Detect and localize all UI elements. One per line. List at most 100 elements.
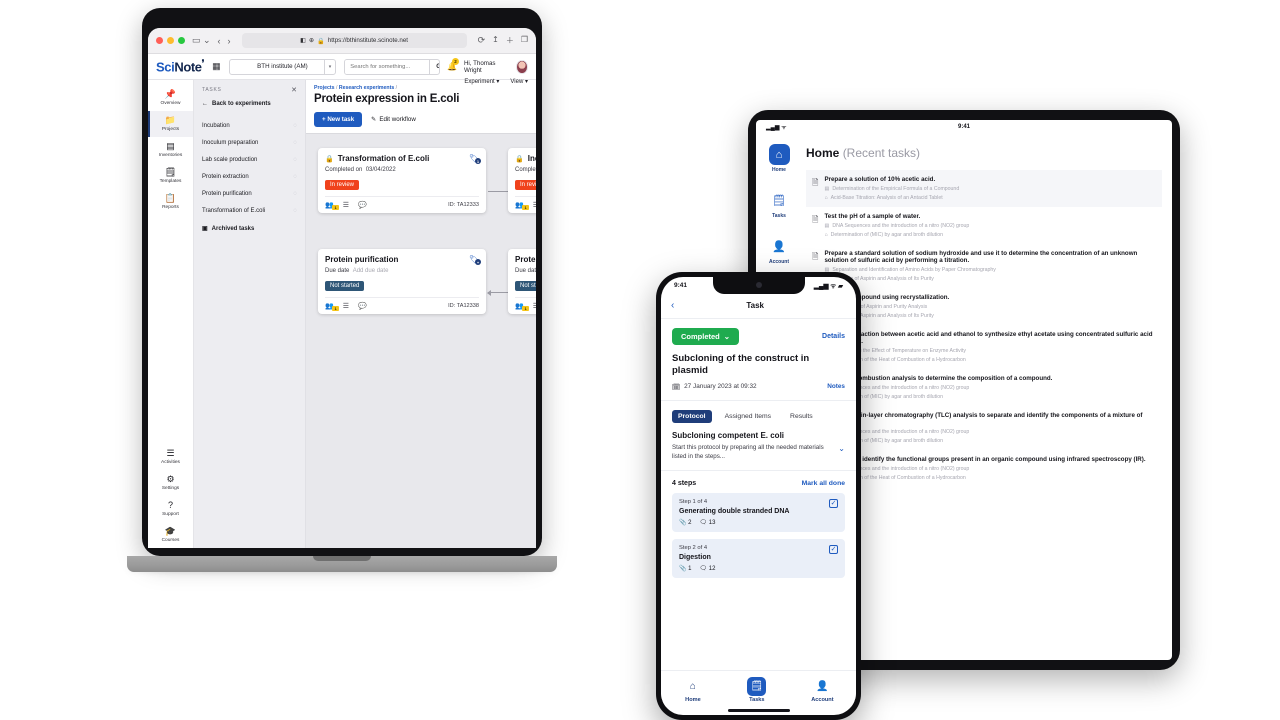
tablet-nav-home[interactable]: ⌂ Home [768, 144, 790, 173]
users-icon[interactable]: 👥 1 [515, 302, 529, 311]
card-meta: Completed on 03/04/2022 [325, 167, 479, 173]
notifications-bell[interactable]: 🔔 2 [447, 58, 459, 71]
back-arrow-icon[interactable]: ‹ [218, 36, 221, 46]
archived-tasks-button[interactable]: ▣ Archived tasks [194, 219, 305, 238]
sidebar-item-support[interactable]: ? Support [148, 496, 193, 522]
chevron-down-icon[interactable]: ▾ [323, 59, 331, 74]
edit-workflow-button[interactable]: ✎ Edit workflow [371, 116, 416, 123]
breadcrumb-research-experiments[interactable]: Research experiments [339, 85, 394, 91]
task-due-date: 🗓 27 January 2023 at 09:32 [672, 383, 757, 391]
steps-icon[interactable]: ☰ [533, 201, 536, 209]
sidebar-item-settings[interactable]: ⚙ Settings [148, 470, 193, 496]
phone-nav-account[interactable]: 👤 Account [811, 677, 833, 703]
card-meta-value[interactable]: Add due date [353, 268, 389, 274]
forward-arrow-icon[interactable]: › [228, 36, 231, 46]
phone-steps-header: 4 steps Mark all done [661, 469, 856, 493]
sidebar-item-templates[interactable]: 🗒 Templates [148, 163, 193, 189]
sidebar-item-overview[interactable]: 📌 Overview [148, 85, 193, 111]
notes-link[interactable]: Notes [827, 383, 845, 390]
workflow-card[interactable]: Protein extraction 🏷+ Due date Add due d… [508, 249, 536, 314]
task-list-item[interactable]: Incubation ◌ [194, 117, 305, 134]
step-card[interactable]: ✓ Step 1 of 4 Generating double stranded… [672, 492, 845, 532]
chevron-down-icon[interactable]: ⌄ [838, 444, 845, 453]
step-card[interactable]: ✓ Step 2 of 4 Digestion 📎 1 🗨 12 [672, 538, 845, 578]
tabs-overview-icon[interactable]: ❐ [521, 35, 528, 46]
breadcrumb-projects[interactable]: Projects [314, 85, 334, 91]
grid-menu-icon[interactable]: ▦ [212, 61, 221, 72]
workflow-card[interactable]: Protein purification 🏷 + Due date Add due… [318, 249, 486, 314]
steps-icon[interactable]: ☰ [343, 302, 349, 310]
maximize-window-button[interactable] [178, 37, 185, 44]
pin-icon[interactable]: ◌ [293, 208, 297, 214]
task-list-item[interactable]: Transformation of E.coli ◌ [194, 202, 305, 219]
task-list-item[interactable]: Protein extraction ◌ [194, 168, 305, 185]
sidebar-item-reports[interactable]: 📋 Reports [148, 189, 193, 215]
step-checkbox[interactable]: ✓ [829, 498, 838, 508]
avatar[interactable] [515, 59, 528, 74]
tab-results[interactable]: Results [784, 410, 819, 423]
sidebar-item-projects[interactable]: 📁 Projects [148, 111, 193, 137]
comment-icon[interactable]: 💬 [358, 302, 367, 310]
task-sub-text: Separation and Identification of Amino A… [832, 267, 996, 273]
users-icon[interactable]: 👥 1 [325, 302, 339, 311]
tablet-nav-account[interactable]: 👤 Account [769, 236, 790, 265]
details-link[interactable]: Details [822, 333, 845, 340]
sidebar-toggle-icon[interactable]: ▭ ⌄ [192, 35, 211, 46]
back-to-experiments-button[interactable]: ← Back to experiments [194, 101, 305, 117]
users-icon[interactable]: 👥 1 [515, 201, 529, 210]
steps-icon[interactable]: ☰ [533, 302, 536, 310]
tab-protocol[interactable]: Protocol [672, 409, 712, 423]
minimize-window-button[interactable] [167, 37, 174, 44]
tablet-task-row[interactable]: 🗎 Prepare a solution of 10% acetic acid.… [806, 170, 1162, 207]
view-menu[interactable]: View ▾ [510, 78, 528, 85]
search-go-button[interactable]: Go! [429, 59, 439, 74]
sidebar-item-activities[interactable]: ☰ Activities [148, 444, 193, 470]
address-bar[interactable]: ◧ ⊕ 🔒 https://bthinstitute.scinote.net [241, 33, 467, 48]
pin-icon[interactable]: ◌ [293, 174, 297, 180]
workflow-grid[interactable]: 🔒 Transformation of E.coli 🏷 1 Completed … [306, 133, 536, 548]
tablet-task-row[interactable]: 🗎 Test the pH of a sample of water. ▤ DNA… [806, 207, 1162, 244]
close-window-button[interactable] [156, 37, 163, 44]
tablet-task-row[interactable]: 🗎 Prepare a standard solution of sodium … [806, 244, 1162, 288]
users-icon[interactable]: 👥 1 [325, 201, 339, 210]
search-input[interactable] [345, 59, 430, 74]
steps-icon[interactable]: ☰ [343, 201, 349, 209]
new-tab-icon[interactable]: ＋ [506, 35, 514, 46]
user-greeting[interactable]: Hi, Thomas Wright [464, 60, 509, 74]
tablet-nav-tasks[interactable]: 🗒 Tasks [769, 190, 790, 219]
tab-assigned-items[interactable]: Assigned Items [719, 410, 777, 423]
organization-selector[interactable]: BTH institute (AM) ▾ [228, 58, 337, 75]
reload-icon[interactable]: ⟳ [478, 35, 486, 46]
pin-icon[interactable]: ◌ [293, 157, 297, 163]
comment-number: 12 [708, 565, 716, 572]
phone-nav-tasks[interactable]: 🗒 Tasks [747, 677, 767, 703]
workflow-card[interactable]: 🔒 Incubation 🏷1 Completed on 03/04/2022 … [508, 148, 536, 213]
scinote-logo[interactable]: SciNote❜ [156, 58, 204, 74]
tag-icon[interactable]: 🏷 + [469, 255, 481, 265]
pin-icon[interactable]: ◌ [293, 140, 297, 146]
phone-nav-home[interactable]: ⌂ Home [683, 677, 702, 703]
pin-icon[interactable]: ◌ [293, 123, 297, 129]
search-box[interactable]: Go! [344, 58, 440, 75]
experiment-menu[interactable]: Experiment ▾ [464, 78, 499, 85]
window-controls[interactable] [156, 37, 185, 44]
comment-icon[interactable]: 💬 [358, 201, 367, 209]
sidebar-item-inventories[interactable]: ▤ Inventories [148, 137, 193, 163]
tag-icon[interactable]: 🏷 1 [469, 154, 481, 164]
tablet-nav-label: Account [769, 259, 789, 265]
workflow-card[interactable]: 🔒 Transformation of E.coli 🏷 1 Completed … [318, 148, 486, 213]
sidebar-item-courses[interactable]: 🎓 Courses [148, 522, 193, 548]
close-icon[interactable]: ✕ [291, 86, 297, 94]
task-status-dropdown[interactable]: Completed ⌄ [672, 328, 740, 345]
pin-icon[interactable]: ◌ [293, 191, 297, 197]
task-list-item[interactable]: Protein purification ◌ [194, 185, 305, 202]
home-indicator [727, 709, 790, 712]
new-task-button[interactable]: + New task [314, 112, 363, 127]
task-list-item[interactable]: Lab scale production ◌ [194, 151, 305, 168]
step-checkbox[interactable]: ✓ [829, 544, 838, 554]
share-icon[interactable]: ↥ [492, 35, 499, 46]
logo-tick-icon: ❜ [201, 58, 205, 69]
task-list-item[interactable]: Inoculum preparation ◌ [194, 134, 305, 151]
mark-all-done-button[interactable]: Mark all done [802, 480, 845, 487]
tasks-icon: 🗒 [772, 195, 786, 207]
